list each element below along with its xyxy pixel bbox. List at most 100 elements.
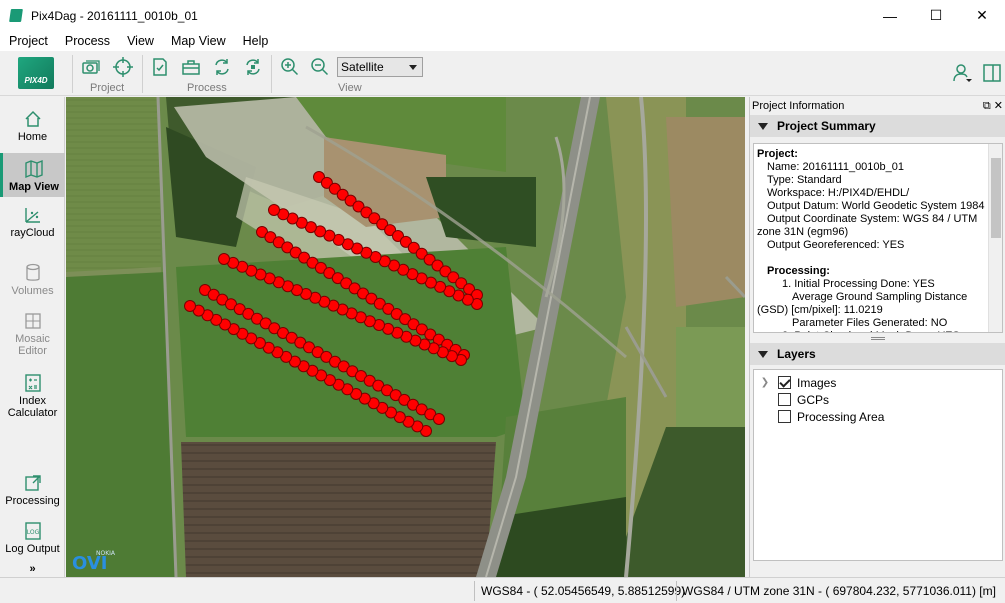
- raycloud-icon: [24, 208, 40, 223]
- processing-icon: [24, 475, 41, 491]
- layer-images-checkbox[interactable]: [778, 376, 791, 389]
- map-canvas[interactable]: OVI NOKIA: [66, 97, 745, 577]
- status-utm-coords: WGS84 / UTM zone 31N - ( 697804.232, 577…: [682, 584, 996, 598]
- waypoint-marker[interactable]: [268, 204, 280, 216]
- menu-help[interactable]: Help: [234, 34, 277, 48]
- sidebar-item-label: Index Calculator: [7, 395, 58, 419]
- summary-scrollbar[interactable]: [988, 144, 1002, 332]
- toolbox-icon[interactable]: [180, 56, 202, 78]
- layer-gcps-checkbox[interactable]: [778, 393, 791, 406]
- layer-processing-area[interactable]: Processing Area: [754, 408, 1002, 425]
- menu-project[interactable]: Project: [0, 34, 56, 48]
- sidebar-item-index-calculator[interactable]: Index Calculator: [0, 373, 65, 425]
- pix4d-logo: PIX4D: [18, 57, 54, 89]
- refresh-doc-icon[interactable]: [242, 56, 264, 78]
- waypoint-marker[interactable]: [184, 300, 196, 312]
- summary-line: Average Ground Sampling Distance: [792, 291, 968, 303]
- layer-gcps[interactable]: GCPs: [754, 391, 1002, 408]
- minimize-button[interactable]: —: [867, 0, 913, 31]
- summary-line: zone 31N (egm96): [757, 226, 849, 238]
- menu-bar: Project Process View Map View Help: [0, 31, 1005, 51]
- layer-images[interactable]: ❯ Images: [754, 374, 1002, 391]
- scrollbar-thumb[interactable]: [991, 158, 1001, 238]
- map-icon: [25, 159, 43, 179]
- close-button[interactable]: ✕: [959, 0, 1005, 31]
- doc-check-icon[interactable]: [149, 56, 171, 78]
- sidebar-item-map-view[interactable]: Map View: [0, 153, 65, 197]
- summary-line: [757, 252, 986, 265]
- menu-map-view[interactable]: Map View: [162, 34, 234, 48]
- status-wgs84-coords: WGS84 - ( 52.05456549, 5.88512599): [481, 584, 686, 598]
- sidebar-item-label: Log Output: [5, 543, 60, 555]
- window-controls: — ☐ ✕: [867, 0, 1005, 31]
- sidebar-item-raycloud[interactable]: rayCloud: [0, 205, 65, 251]
- summary-line: Processing:: [767, 265, 830, 277]
- satellite-imagery: OVI NOKIA: [66, 97, 745, 577]
- summary-line: Workspace: H:/PIX4D/EHDL/: [767, 187, 910, 199]
- user-account-icon[interactable]: [951, 62, 973, 84]
- toolbar-separator: [271, 55, 272, 93]
- sidebar-item-mosaic-editor[interactable]: Mosaic Editor: [0, 311, 65, 363]
- sidebar-item-processing[interactable]: Processing: [0, 473, 65, 515]
- layers-header[interactable]: Layers: [750, 343, 1005, 365]
- layers-title: Layers: [777, 347, 816, 361]
- waypoint-marker[interactable]: [218, 253, 230, 265]
- sidebar-item-log-output[interactable]: LOG Log Output: [0, 521, 65, 563]
- sidebar-item-label: Processing: [5, 495, 60, 507]
- summary-line: 1. Initial Processing Done: YES: [782, 278, 935, 290]
- maximize-button[interactable]: ☐: [913, 0, 959, 31]
- layer-label: GCPs: [797, 392, 830, 407]
- menu-process[interactable]: Process: [56, 34, 118, 48]
- cylinder-icon: [25, 263, 40, 281]
- camera-stack-icon[interactable]: [80, 56, 102, 78]
- sidebar-item-label: Home: [17, 131, 48, 143]
- sidebar-item-home[interactable]: Home: [0, 109, 65, 155]
- refresh-icon[interactable]: [211, 56, 233, 78]
- sidebar-item-label: Mosaic Editor: [15, 333, 50, 357]
- status-bar: WGS84 - ( 52.05456549, 5.88512599) WGS84…: [0, 577, 1005, 603]
- summary-line: Name: 20161111_0010b_01: [767, 161, 905, 173]
- app-logo-icon: [9, 9, 23, 22]
- toolbar: PIX4D Project Process View: [0, 51, 1005, 96]
- log-icon: LOG: [24, 522, 41, 540]
- svg-text:LOG: LOG: [26, 529, 39, 536]
- expand-chevron-icon[interactable]: ❯: [758, 377, 772, 388]
- home-icon: [24, 110, 41, 127]
- title-bar: Pix4Dag - 20161111_0010b_01 — ☐ ✕: [0, 0, 1005, 31]
- window-title: Pix4Dag - 20161111_0010b_01: [31, 8, 198, 23]
- mosaic-icon: [24, 313, 41, 329]
- sidebar-item-label: Volumes: [11, 285, 54, 297]
- project-summary-content: Project: Name: 20161111_0010b_01 Type: Sta…: [753, 143, 1003, 333]
- collapse-triangle-icon: [758, 122, 768, 130]
- summary-line: 2. Point Cloud and Mesh Done: YES: [757, 330, 986, 332]
- sidebar-item-label: rayCloud: [10, 227, 55, 239]
- summary-line: Parameter Files Generated: NO: [792, 317, 948, 329]
- panel-toggle-icon[interactable]: [981, 62, 1003, 84]
- summary-line: Output Datum: World Geodetic System 1984: [767, 200, 985, 212]
- calculator-icon: [24, 374, 41, 392]
- summary-line: (GSD) [cm/pixel]: 11.0219: [757, 304, 883, 316]
- zoom-out-icon[interactable]: [309, 56, 331, 78]
- toolbar-group-process: Process: [187, 82, 227, 94]
- layer-label: Images: [797, 375, 837, 390]
- menu-view[interactable]: View: [118, 34, 162, 48]
- basemap-select-value: Satellite: [341, 60, 384, 74]
- sidebar-item-label: Map View: [9, 181, 59, 193]
- summary-line: Type: Standard: [767, 174, 842, 186]
- panel-splitter[interactable]: [750, 333, 1005, 343]
- zoom-in-icon[interactable]: [279, 56, 301, 78]
- crosshair-icon[interactable]: [112, 56, 134, 78]
- waypoint-marker[interactable]: [433, 413, 445, 425]
- sidebar-more-button[interactable]: »: [0, 563, 65, 577]
- toolbar-separator: [72, 55, 73, 93]
- project-summary-header[interactable]: Project Summary: [750, 115, 1005, 137]
- panel-title: Project Information: [752, 100, 845, 112]
- toolbar-group-view: View: [338, 82, 362, 94]
- undock-icon[interactable]: ⧉: [983, 100, 991, 112]
- layer-processing-area-checkbox[interactable]: [778, 410, 791, 423]
- close-panel-icon[interactable]: ✕: [994, 100, 1003, 112]
- basemap-select[interactable]: Satellite: [337, 57, 423, 77]
- sidebar-item-volumes[interactable]: Volumes: [0, 263, 65, 309]
- collapse-triangle-icon: [758, 350, 768, 358]
- project-information-panel: Project Information ⧉ ✕ Project Summary …: [749, 97, 1005, 577]
